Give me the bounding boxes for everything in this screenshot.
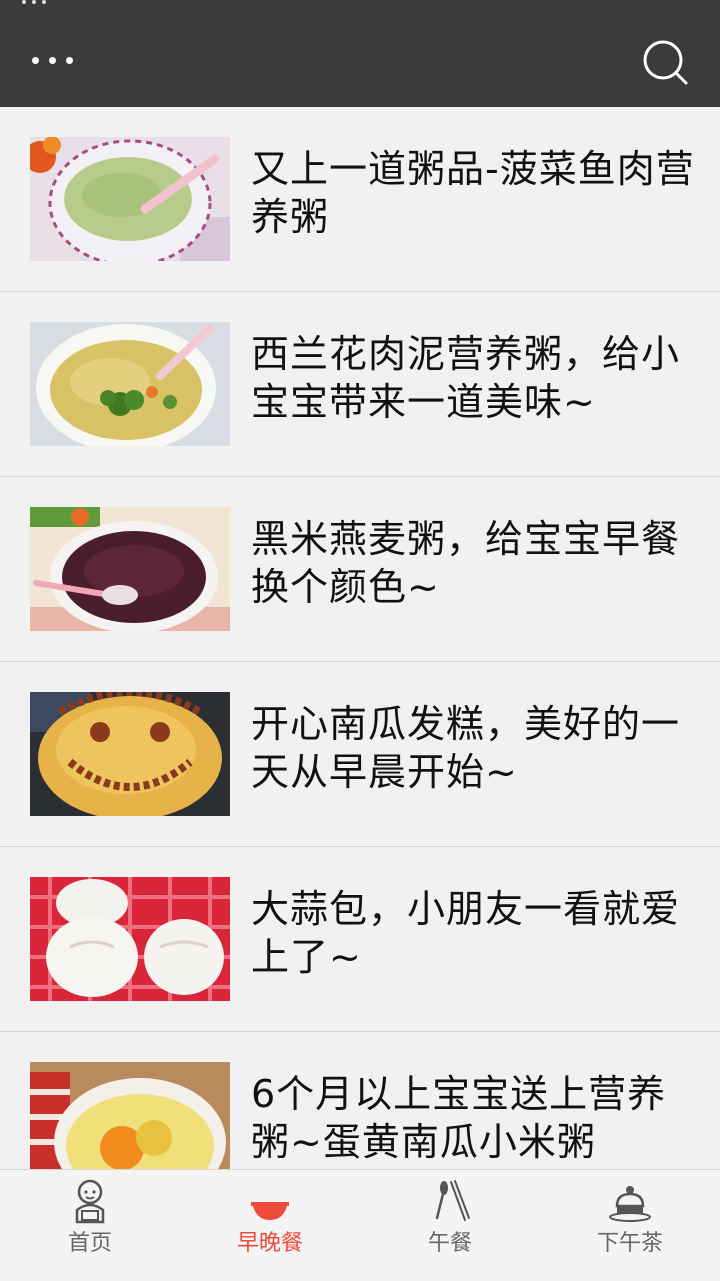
recipe-title: 大蒜包，小朋友一看就爱上了~ <box>251 887 681 979</box>
tab-lunch[interactable]: 午餐 <box>360 1170 540 1281</box>
spinach-fish-porridge-photo <box>30 137 230 261</box>
tab-breakfast-dinner[interactable]: 早晚餐 <box>180 1170 360 1281</box>
more-dot <box>49 57 56 64</box>
more-menu-button[interactable] <box>16 36 88 84</box>
recipe-title: 黑米燕麦粥，给宝宝早餐换个颜色~ <box>251 517 681 609</box>
cake-icon <box>609 1186 651 1222</box>
black-rice-oat-porridge-photo <box>30 507 230 631</box>
tab-label: 首页 <box>67 1231 112 1256</box>
status-bar-fragment <box>22 0 52 4</box>
bottom-tab-bar: 首页 早晚餐 午餐 下午茶 <box>0 1169 720 1281</box>
recipe-title: 西兰花肉泥营养粥，给小宝宝带来一道美味~ <box>251 332 681 424</box>
recipe-title: 6个月以上宝宝送上营养粥~蛋黄南瓜小米粥 <box>251 1072 667 1164</box>
broccoli-meat-porridge-photo <box>30 322 230 446</box>
more-dot <box>66 57 73 64</box>
more-horizontal-icon <box>32 57 39 64</box>
search-icon <box>643 40 688 85</box>
spoon-chopsticks-icon <box>435 1180 470 1221</box>
tab-afternoon-tea[interactable]: 下午茶 <box>540 1170 720 1281</box>
top-app-bar <box>0 0 720 107</box>
recipe-list[interactable]: 又上一道粥品-菠菜鱼肉营养粥 西兰花肉泥营养粥，给小宝宝带来一道美味~ 黑米燕麦… <box>0 107 720 1169</box>
recipe-title: 又上一道粥品-菠菜鱼肉营养粥 <box>251 147 695 239</box>
tab-label: 早晚餐 <box>236 1231 303 1256</box>
tab-home[interactable]: 首页 <box>0 1170 180 1281</box>
bowl-icon <box>251 1202 289 1220</box>
recipe-title: 开心南瓜发糕，美好的一天从早晨开始~ <box>251 702 681 794</box>
garlic-bun-photo <box>30 877 230 1001</box>
recipe-row[interactable]: 黑米燕麦粥，给宝宝早餐换个颜色~ <box>0 477 720 662</box>
recipe-row[interactable]: 开心南瓜发糕，美好的一天从早晨开始~ <box>0 662 720 847</box>
baby-icon <box>75 1179 105 1224</box>
recipe-row[interactable]: 6个月以上宝宝送上营养粥~蛋黄南瓜小米粥 <box>0 1032 720 1169</box>
recipe-row[interactable]: 又上一道粥品-菠菜鱼肉营养粥 <box>0 107 720 292</box>
millet-porridge-photo <box>30 1062 230 1169</box>
pumpkin-cake-photo <box>30 692 230 816</box>
recipe-row[interactable]: 西兰花肉泥营养粥，给小宝宝带来一道美味~ <box>0 292 720 477</box>
recipe-row[interactable]: 大蒜包，小朋友一看就爱上了~ <box>0 847 720 1032</box>
tab-label: 下午茶 <box>596 1231 663 1256</box>
tab-label: 午餐 <box>427 1231 472 1256</box>
search-button[interactable] <box>630 30 700 94</box>
